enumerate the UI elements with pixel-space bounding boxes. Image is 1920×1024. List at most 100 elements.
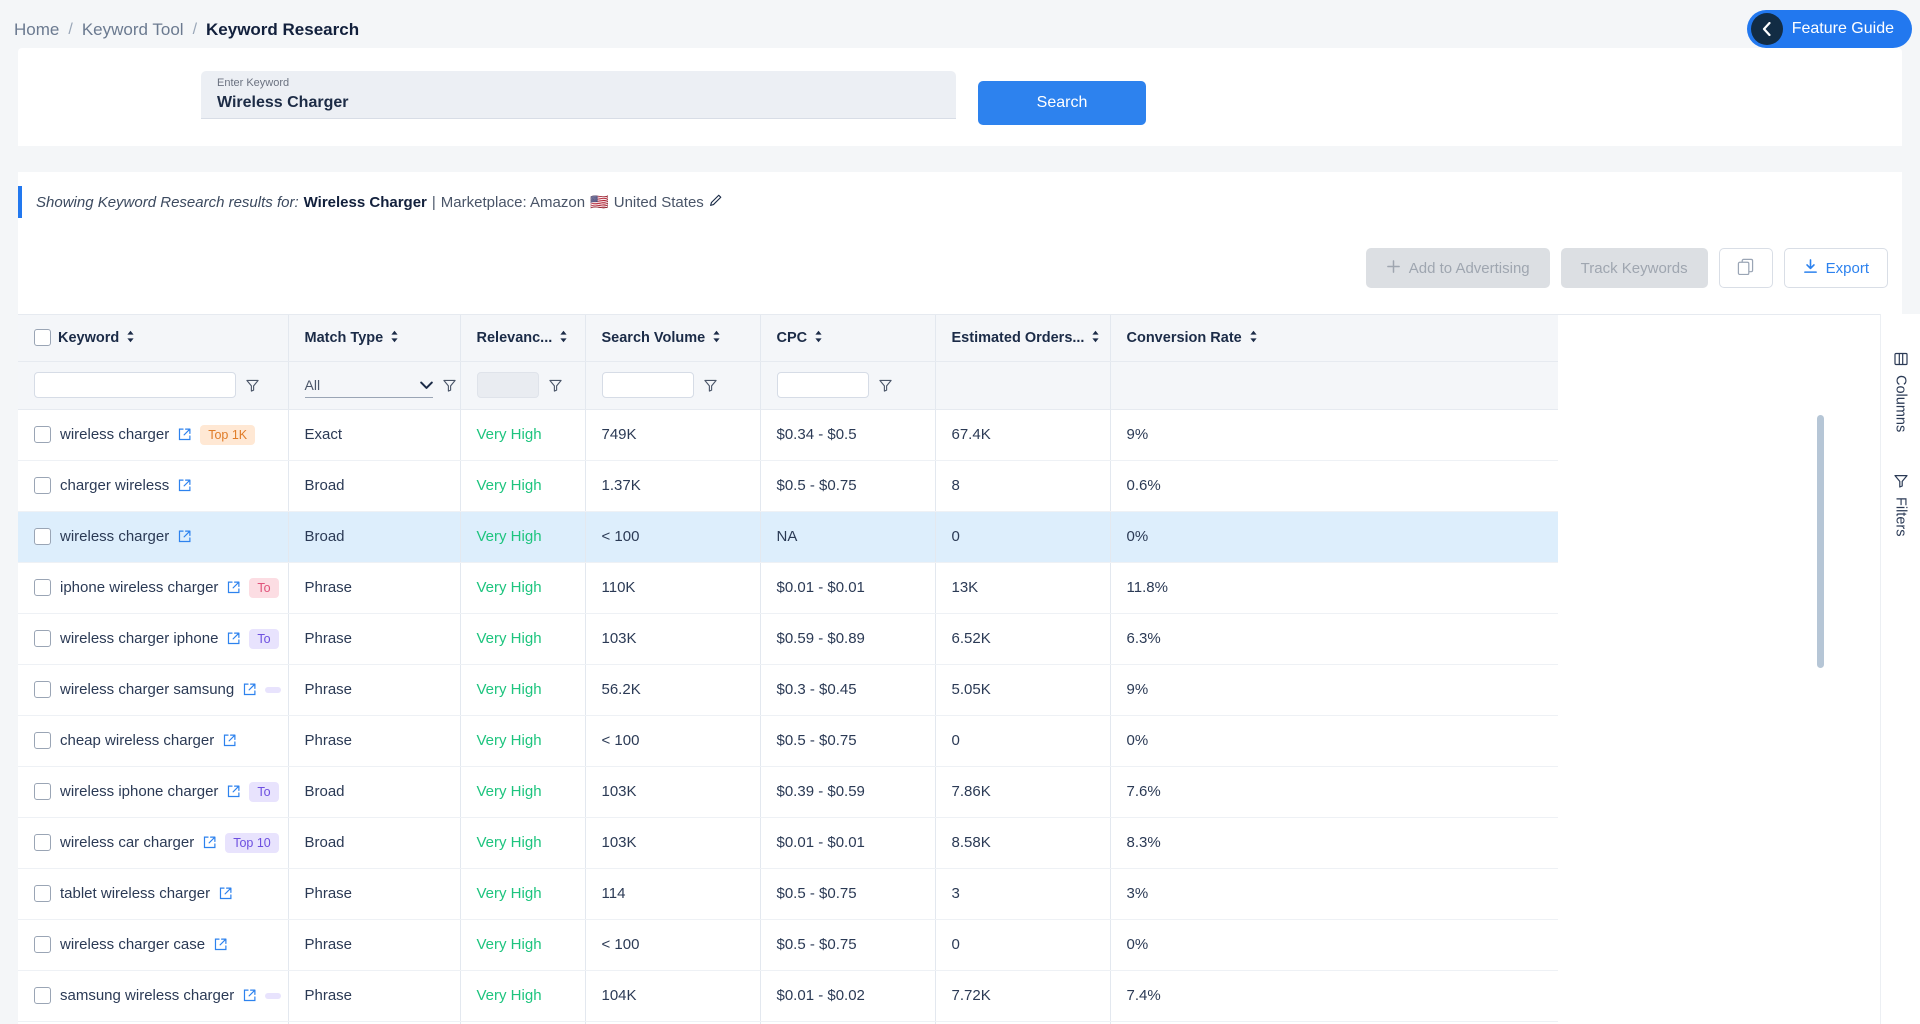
filter-cell-estimated-orders — [935, 361, 1110, 409]
sort-icon[interactable] — [390, 330, 399, 346]
rail-tab-filters[interactable]: Filters — [1893, 474, 1909, 536]
cell-cpc: $0.5 - $0.75 — [760, 919, 935, 970]
search-button[interactable]: Search — [978, 81, 1146, 125]
table-row[interactable]: wireless chargerBroadVery High< 100NA00% — [18, 511, 1558, 562]
row-checkbox[interactable] — [34, 579, 51, 596]
filter-funnel-icon[interactable] — [246, 379, 259, 392]
cell-match-type: Phrase — [288, 715, 460, 766]
table-row[interactable]: samsung wireless chargerPhraseVery High1… — [18, 970, 1558, 1021]
keyword-field-wrapper[interactable]: Enter Keyword — [201, 71, 956, 119]
filter-match-type-select[interactable]: All — [305, 372, 433, 398]
filter-funnel-icon[interactable] — [549, 379, 562, 392]
filter-keyword-input[interactable] — [34, 372, 236, 398]
external-link-icon[interactable] — [219, 887, 232, 900]
sort-icon[interactable] — [814, 330, 823, 346]
copy-button[interactable] — [1719, 248, 1773, 288]
table-row[interactable]: wireless car chargerTop 10BroadVery High… — [18, 817, 1558, 868]
header-conversion-rate[interactable]: Conversion Rate — [1110, 315, 1558, 361]
row-checkbox[interactable] — [34, 885, 51, 902]
table-row[interactable]: wireless charger iphoneToPhraseVery High… — [18, 613, 1558, 664]
keyword-badge: To — [249, 578, 278, 598]
external-link-icon[interactable] — [178, 428, 191, 441]
add-to-advertising-button[interactable]: Add to Advertising — [1366, 248, 1550, 288]
cell-estimated-orders: 13K — [935, 562, 1110, 613]
cell-cpc: $0.34 - $0.5 — [760, 409, 935, 460]
track-keywords-button[interactable]: Track Keywords — [1561, 248, 1708, 288]
filter-funnel-icon[interactable] — [704, 379, 717, 392]
keyword-text: charger wireless — [60, 477, 169, 494]
external-link-icon[interactable] — [227, 581, 240, 594]
sort-icon[interactable] — [126, 330, 135, 346]
header-keyword[interactable]: Keyword — [18, 315, 288, 361]
keyword-text: wireless charger iphone — [60, 630, 218, 647]
keyword-badge — [265, 687, 281, 693]
row-checkbox[interactable] — [34, 732, 51, 749]
external-link-icon[interactable] — [178, 479, 191, 492]
table-row[interactable]: charger wirelessBroadVery High1.37K$0.5 … — [18, 460, 1558, 511]
columns-icon — [1894, 352, 1908, 366]
feature-guide-button[interactable]: Feature Guide — [1747, 10, 1912, 48]
header-relevance[interactable]: Relevanc... — [460, 315, 585, 361]
header-estimated-orders[interactable]: Estimated Orders... — [935, 315, 1110, 361]
table-row[interactable]: cheap wireless chargerPhraseVery High< 1… — [18, 715, 1558, 766]
keyword-badge: Top 1K — [200, 425, 255, 445]
row-checkbox[interactable] — [34, 834, 51, 851]
external-link-icon[interactable] — [178, 530, 191, 543]
rail-tab-columns[interactable]: Columns — [1893, 352, 1909, 432]
row-checkbox[interactable] — [34, 528, 51, 545]
external-link-icon[interactable] — [203, 836, 216, 849]
search-panel: Enter Keyword — [18, 48, 1902, 146]
table-row[interactable]: wireless charger casePhraseVery High< 10… — [18, 919, 1558, 970]
export-button[interactable]: Export — [1784, 248, 1888, 288]
filter-cell-conversion-rate — [1110, 361, 1558, 409]
cell-conversion-rate: 3% — [1110, 868, 1558, 919]
pencil-icon[interactable] — [709, 194, 722, 210]
row-checkbox[interactable] — [34, 477, 51, 494]
filter-funnel-icon[interactable] — [879, 379, 892, 392]
row-checkbox[interactable] — [34, 936, 51, 953]
table-row[interactable]: wireless charger samsungPhraseVery High5… — [18, 664, 1558, 715]
sort-icon[interactable] — [559, 330, 568, 346]
external-link-icon[interactable] — [243, 683, 256, 696]
external-link-icon[interactable] — [214, 938, 227, 951]
table-vertical-scrollbar[interactable] — [1817, 415, 1824, 668]
filter-funnel-icon[interactable] — [443, 379, 456, 392]
filter-cell-search-volume — [585, 361, 760, 409]
table-row[interactable]: iphone wireless chargerToPhraseVery High… — [18, 562, 1558, 613]
external-link-icon[interactable] — [227, 785, 240, 798]
header-search-volume[interactable]: Search Volume — [585, 315, 760, 361]
header-conversion-rate-label: Conversion Rate — [1127, 330, 1242, 346]
select-all-checkbox[interactable] — [34, 329, 51, 346]
cell-keyword: cheap wireless charger — [18, 715, 288, 766]
breadcrumb-separator: / — [68, 21, 72, 39]
row-checkbox[interactable] — [34, 426, 51, 443]
header-match-type[interactable]: Match Type — [288, 315, 460, 361]
external-link-icon[interactable] — [223, 734, 236, 747]
row-checkbox[interactable] — [34, 630, 51, 647]
download-icon — [1803, 259, 1818, 278]
external-link-icon[interactable] — [243, 989, 256, 1002]
table-row[interactable]: tablet wireless chargerPhraseVery High11… — [18, 868, 1558, 919]
cell-cpc: $0.39 - $0.59 — [760, 766, 935, 817]
sort-icon[interactable] — [1091, 330, 1100, 346]
filter-cpc-input[interactable] — [777, 372, 869, 398]
external-link-icon[interactable] — [227, 632, 240, 645]
keyword-badge: To — [249, 629, 278, 649]
search-input[interactable] — [217, 94, 940, 112]
filter-match-type-value: All — [305, 377, 321, 393]
table-row[interactable]: wireless chargerTop 1KExactVery High749K… — [18, 409, 1558, 460]
table-row[interactable]: wireless iphone chargerToBroadVery High1… — [18, 766, 1558, 817]
filter-search-volume-input[interactable] — [602, 372, 694, 398]
header-cpc[interactable]: CPC — [760, 315, 935, 361]
sort-icon[interactable] — [1249, 330, 1258, 346]
row-checkbox[interactable] — [34, 987, 51, 1004]
cell-keyword: wireless charger — [18, 511, 288, 562]
breadcrumb-item-home[interactable]: Home — [14, 20, 59, 40]
table-scroll-area[interactable]: Keyword Match Type — [18, 315, 1856, 1024]
row-checkbox[interactable] — [34, 783, 51, 800]
result-country: United States — [614, 194, 704, 211]
row-checkbox[interactable] — [34, 681, 51, 698]
sort-icon[interactable] — [712, 330, 721, 346]
breadcrumb-item-keyword-tool[interactable]: Keyword Tool — [82, 20, 184, 40]
cell-keyword: samsung wireless charger — [18, 970, 288, 1021]
